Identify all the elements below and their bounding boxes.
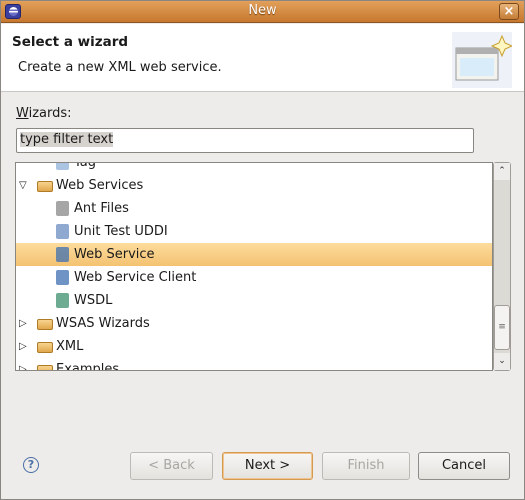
wizard-banner-icon <box>452 32 512 88</box>
scroll-up-button[interactable]: ⌃ <box>494 163 510 180</box>
tree-item-label: XML <box>56 339 84 354</box>
scroll-down-button[interactable]: ⌄ <box>494 353 510 370</box>
collapse-toggle-icon[interactable]: ▽ <box>19 174 27 197</box>
expand-toggle-icon[interactable]: ▷ <box>19 335 27 358</box>
wsdl-icon <box>56 293 69 308</box>
mnemonic: W <box>16 106 29 121</box>
back-button[interactable]: < Back <box>130 452 213 480</box>
tree-item-label: Web Service <box>74 247 155 262</box>
filter-input[interactable]: type filter text <box>16 128 474 153</box>
tree-item[interactable]: Ant Files <box>16 197 492 220</box>
tree-item[interactable]: Tag <box>16 162 492 174</box>
filter-text: type filter text <box>20 132 114 147</box>
tree-item[interactable]: ▷ WSAS Wizards <box>16 312 492 335</box>
folder-icon <box>37 342 53 353</box>
tree-item-label: Examples <box>56 362 120 371</box>
wizard-header: Select a wizard Create a new XML web ser… <box>1 24 524 92</box>
folder-icon <box>37 181 53 192</box>
expand-toggle-icon[interactable]: ▷ <box>19 312 27 335</box>
label-text: izards: <box>28 106 72 121</box>
help-icon[interactable]: ? <box>23 457 39 473</box>
folder-icon <box>37 365 53 370</box>
tree-item[interactable]: WSDL <box>16 289 492 312</box>
next-button[interactable]: Next > <box>222 452 313 480</box>
tree-item-label: Web Service Client <box>74 270 197 285</box>
tree-item[interactable]: Unit Test UDDI <box>16 220 492 243</box>
tree-item-label: WSDL <box>74 293 113 308</box>
tree-item[interactable]: Web Service Client <box>16 266 492 289</box>
cancel-button[interactable]: Cancel <box>418 452 510 480</box>
window-title: New <box>248 3 277 18</box>
vertical-scrollbar[interactable]: ⌃ ≡ ⌄ <box>493 162 511 371</box>
web-service-icon <box>56 247 69 262</box>
tree-item-label: WSAS Wizards <box>56 316 150 331</box>
ant-icon <box>56 201 69 216</box>
tree-item-label: Tag <box>74 162 97 170</box>
tree-item-label: Web Services <box>56 178 144 193</box>
expand-toggle-icon[interactable]: ▷ <box>19 358 27 370</box>
folder-icon <box>37 319 53 330</box>
tree-item-label: Unit Test UDDI <box>74 224 168 239</box>
tree-item[interactable]: Web Service <box>16 243 492 266</box>
wizard-tree[interactable]: Tag ▽ Web Services Ant Files Unit Test UDDI W… <box>15 162 493 371</box>
web-service-client-icon <box>56 270 69 285</box>
scroll-thumb[interactable]: ≡ <box>494 305 510 350</box>
tree-item[interactable]: ▷ XML <box>16 335 492 358</box>
close-button[interactable]: × <box>499 3 519 20</box>
finish-button[interactable]: Finish <box>322 452 410 480</box>
tree-item[interactable]: ▽ Web Services <box>16 174 492 197</box>
wizards-label: Wizards: <box>16 106 72 121</box>
page-description: Create a new XML web service. <box>18 60 222 75</box>
title-bar: New × <box>0 0 525 23</box>
page-title: Select a wizard <box>12 34 129 50</box>
tag-icon <box>56 163 69 170</box>
document-icon <box>56 224 69 239</box>
tree-item-label: Ant Files <box>74 201 129 216</box>
tree-item[interactable]: ▷ Examples <box>16 358 492 371</box>
